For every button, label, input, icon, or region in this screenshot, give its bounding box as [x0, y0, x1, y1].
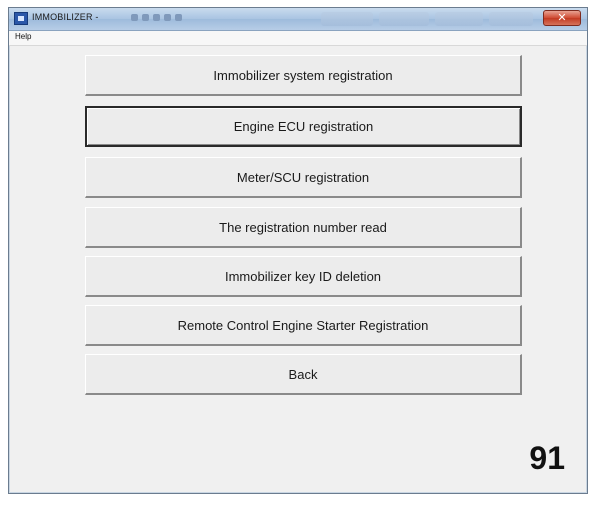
engine-ecu-registration-button[interactable]: Engine ECU registration [85, 106, 522, 147]
app-icon [14, 12, 28, 25]
toolbar-dot-icon [175, 14, 182, 21]
remote-control-engine-starter-registration-button[interactable]: Remote Control Engine Starter Registrati… [85, 305, 522, 346]
menu-help[interactable]: Help [15, 32, 31, 41]
toolbar-dot-icon [142, 14, 149, 21]
menu-bar: Help [9, 31, 587, 46]
registration-number-read-button[interactable]: The registration number read [85, 207, 522, 248]
blurred-tab [379, 12, 429, 26]
page-number: 91 [529, 440, 565, 476]
main-content: Immobilizer system registration Engine E… [11, 46, 585, 491]
back-button[interactable]: Back [85, 354, 522, 395]
close-button[interactable]: ✕ [543, 10, 581, 26]
meter-scu-registration-button[interactable]: Meter/SCU registration [85, 157, 522, 198]
toolbar-dot-icon [153, 14, 160, 21]
title-bar[interactable]: IMMOBILIZER - ✕ [9, 8, 587, 31]
window-title: IMMOBILIZER - [32, 12, 99, 22]
toolbar-dot-icon [164, 14, 171, 21]
blurred-tab [321, 12, 373, 26]
blurred-tab [489, 12, 533, 26]
blurred-tab [435, 12, 483, 26]
immobilizer-key-id-deletion-button[interactable]: Immobilizer key ID deletion [85, 256, 522, 297]
immobilizer-system-registration-button[interactable]: Immobilizer system registration [85, 55, 522, 96]
app-window: IMMOBILIZER - ✕ Help Immobilizer system … [8, 7, 588, 494]
toolbar-dot-icon [131, 14, 138, 21]
